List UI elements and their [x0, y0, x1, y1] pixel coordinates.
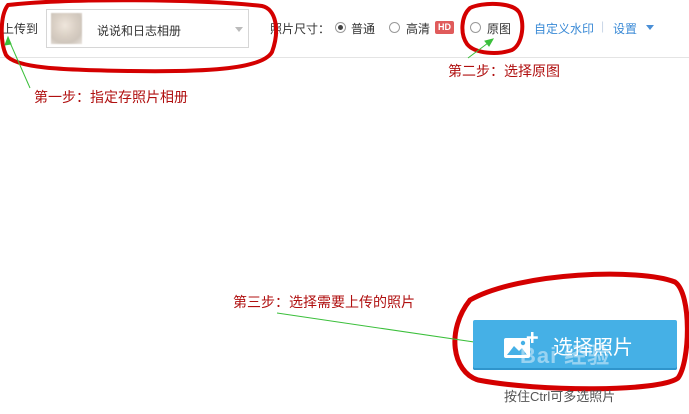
option-hd-label[interactable]: 高清: [406, 20, 430, 37]
upload-toolbar: 上传到 说说和日志相册 照片尺寸： 普通 高清 HD 原图 自定义水印 | 设置: [0, 0, 689, 58]
settings-caret-icon[interactable]: [646, 25, 654, 30]
album-name: 说说和日志相册: [97, 24, 182, 38]
radio-normal[interactable]: [335, 22, 346, 33]
chevron-down-icon: [235, 27, 243, 32]
option-normal-label[interactable]: 普通: [351, 20, 375, 37]
album-select[interactable]: 说说和日志相册: [46, 9, 249, 48]
radio-original[interactable]: [470, 22, 481, 33]
custom-watermark-link[interactable]: 自定义水印: [534, 20, 594, 37]
hd-badge: HD: [435, 21, 454, 34]
photo-size-label: 照片尺寸：: [270, 22, 331, 36]
album-thumbnail: [51, 13, 82, 44]
settings-link[interactable]: 设置: [613, 20, 637, 37]
baidu-watermark: Bai 经验: [520, 343, 611, 368]
annotation-step1: 第一步：指定存照片相册: [34, 89, 188, 105]
annotation-step3: 第三步：选择需要上传的照片: [233, 294, 415, 310]
option-original-label[interactable]: 原图: [487, 20, 511, 37]
multi-select-hint: 按住Ctrl可多选照片: [504, 389, 616, 404]
radio-hd[interactable]: [389, 22, 400, 33]
upload-to-label: 上传到: [2, 22, 39, 36]
annotation-step2: 第二步：选择原图: [448, 63, 560, 79]
divider: |: [601, 19, 605, 33]
